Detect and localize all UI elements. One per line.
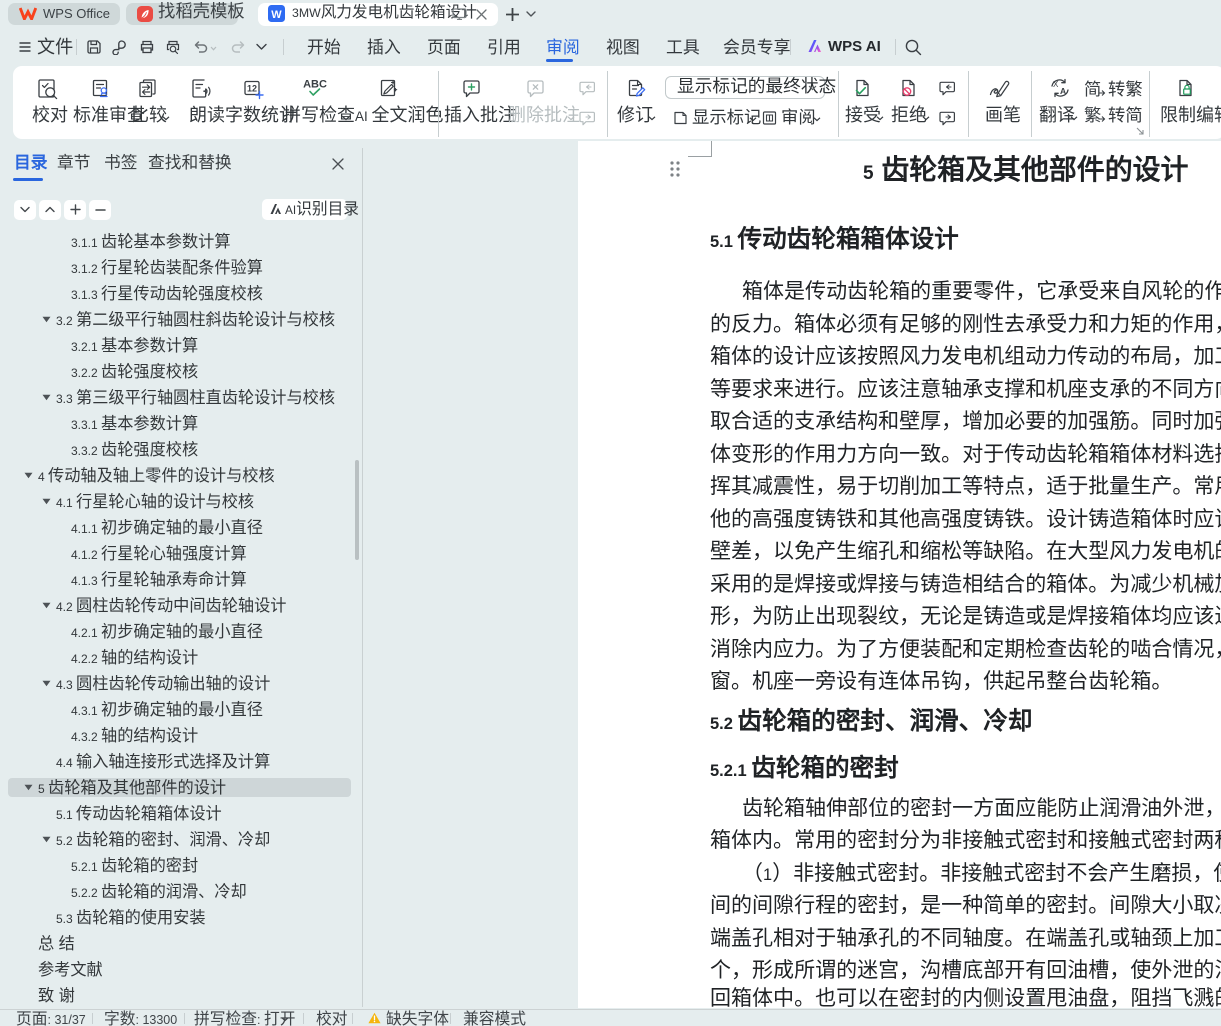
svg-text:W: W bbox=[271, 9, 282, 21]
svg-text:X: X bbox=[1053, 80, 1059, 89]
svg-text:A: A bbox=[1060, 86, 1066, 96]
svg-text:ABC: ABC bbox=[303, 79, 327, 91]
svg-text:12: 12 bbox=[247, 84, 257, 94]
